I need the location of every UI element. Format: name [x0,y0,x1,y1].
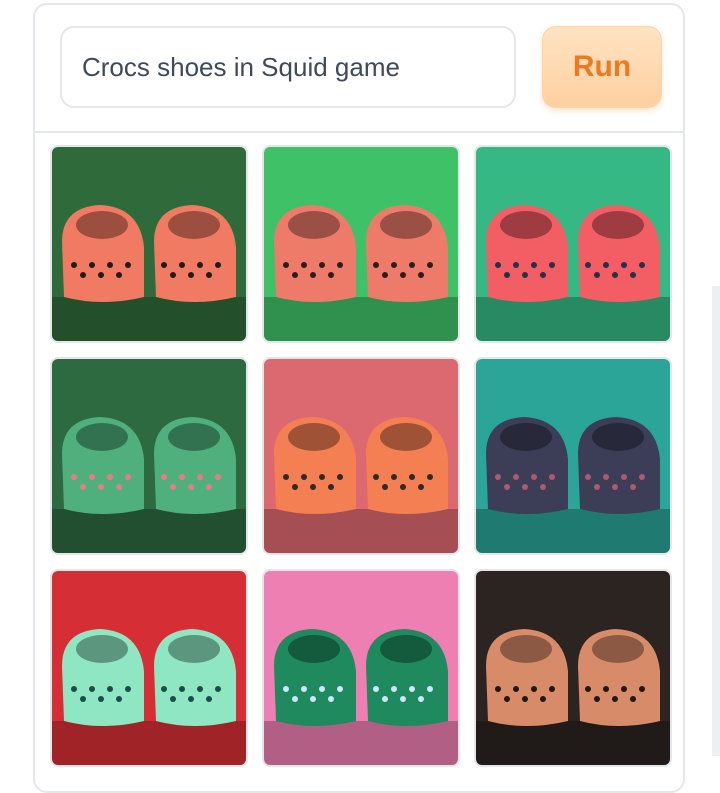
result-image-7[interactable] [50,569,248,767]
result-image-2[interactable] [262,145,460,343]
result-image-3[interactable] [474,145,672,343]
result-image-6[interactable] [474,357,672,555]
result-image-9[interactable] [474,569,672,767]
result-image-4[interactable] [50,357,248,555]
run-button[interactable]: Run [542,26,662,108]
result-image-5[interactable] [262,357,460,555]
result-image-1[interactable] [50,145,248,343]
prompt-input[interactable]: Crocs shoes in Squid game [60,26,516,108]
page-scrollbar[interactable] [712,286,720,756]
result-image-8[interactable] [262,569,460,767]
app-card: Crocs shoes in Squid game Run [33,3,685,793]
prompt-bar: Crocs shoes in Squid game Run [35,5,683,133]
